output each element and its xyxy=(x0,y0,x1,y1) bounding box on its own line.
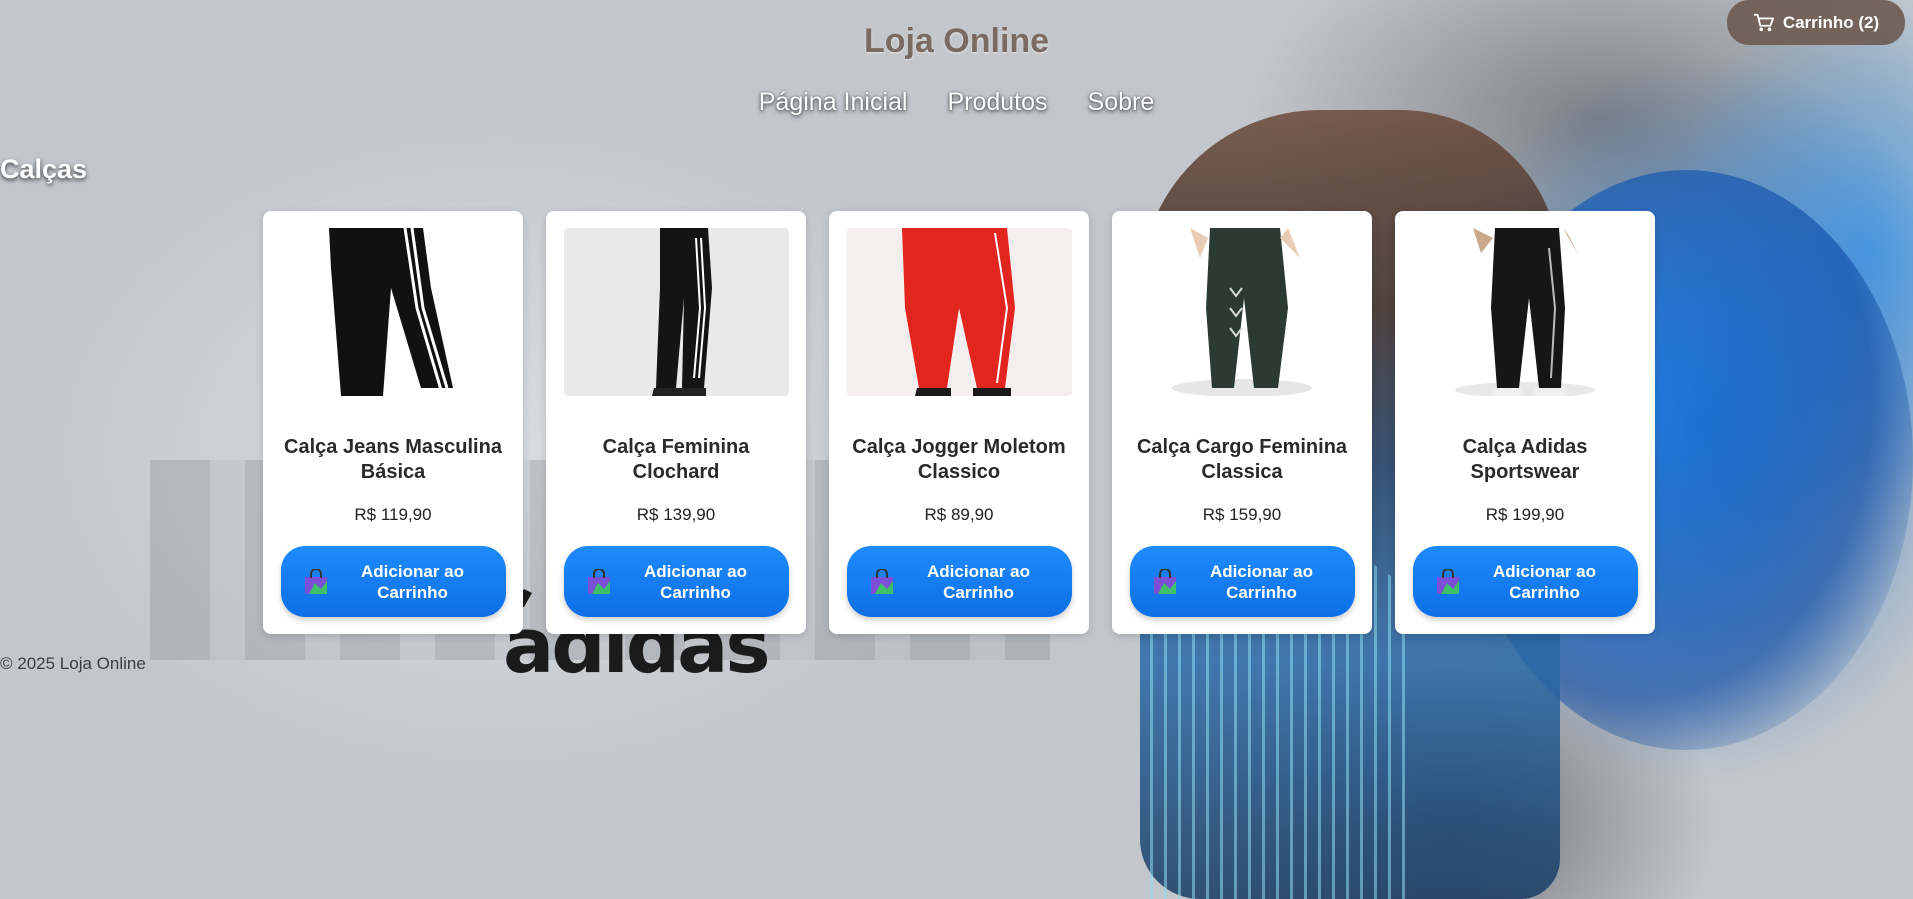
shopping-bag-icon xyxy=(871,568,893,594)
product-card: Calça Adidas Sportswear R$ 199,90 Adicio… xyxy=(1395,211,1655,634)
product-price: R$ 199,90 xyxy=(1485,505,1565,524)
shopping-bag-icon xyxy=(1437,568,1459,594)
product-card: Calça Jeans Masculina Básica R$ 119,90 A… xyxy=(263,211,523,634)
product-name: Calça Jogger Moletom Classico xyxy=(852,436,1066,483)
cart-button[interactable]: Carrinho (2) xyxy=(1727,0,1905,45)
add-to-cart-button[interactable]: Adicionar ao Carrinho xyxy=(564,546,789,617)
add-to-cart-label: Adicionar ao Carrinho xyxy=(361,561,464,602)
shopping-bag-icon xyxy=(588,568,610,594)
site-title: Loja Online xyxy=(863,22,1050,60)
product-price: R$ 139,90 xyxy=(636,505,716,524)
section-title: Calças xyxy=(0,154,88,184)
cart-label: Carrinho (2) xyxy=(1782,12,1880,32)
product-name: Calça Feminina Clochard xyxy=(602,436,750,483)
shopping-bag-icon xyxy=(305,568,327,594)
product-image xyxy=(847,228,1072,396)
add-to-cart-button[interactable]: Adicionar ao Carrinho xyxy=(281,546,506,617)
product-price: R$ 119,90 xyxy=(354,505,432,524)
product-image xyxy=(281,228,506,396)
site-header: Loja Online Página Inicial Produtos Sobr… xyxy=(0,0,1913,130)
nav-about[interactable]: Sobre xyxy=(1088,88,1155,117)
product-image xyxy=(564,228,789,396)
add-to-cart-button[interactable]: Adicionar ao Carrinho xyxy=(847,546,1072,617)
product-price: R$ 89,90 xyxy=(924,505,994,524)
cart-icon xyxy=(1753,13,1774,31)
nav-home[interactable]: Página Inicial xyxy=(759,88,908,117)
add-to-cart-button[interactable]: Adicionar ao Carrinho xyxy=(1413,546,1638,617)
add-to-cart-label: Adicionar ao Carrinho xyxy=(1493,561,1596,602)
product-name: Calça Adidas Sportswear xyxy=(1462,436,1588,483)
add-to-cart-label: Adicionar ao Carrinho xyxy=(1210,561,1313,602)
product-card: Calça Cargo Feminina Classica R$ 159,90 … xyxy=(1112,211,1372,634)
nav-products[interactable]: Produtos xyxy=(947,88,1047,117)
add-to-cart-button[interactable]: Adicionar ao Carrinho xyxy=(1130,546,1355,617)
copyright-text: © 2025 Loja Online xyxy=(0,654,146,673)
add-to-cart-label: Adicionar ao Carrinho xyxy=(644,561,747,602)
product-name: Calça Cargo Feminina Classica xyxy=(1136,436,1348,483)
shopping-bag-icon xyxy=(1154,568,1176,594)
product-list: Calça Jeans Masculina Básica R$ 119,90 A… xyxy=(263,211,1655,634)
product-card: Calça Jogger Moletom Classico R$ 89,90 A… xyxy=(829,211,1089,634)
main-nav: Página Inicial Produtos Sobre xyxy=(0,88,1913,117)
product-price: R$ 159,90 xyxy=(1202,505,1282,524)
product-image xyxy=(1413,228,1638,396)
add-to-cart-label: Adicionar ao Carrinho xyxy=(927,561,1030,602)
product-image xyxy=(1130,228,1355,396)
product-name: Calça Jeans Masculina Básica xyxy=(284,436,502,483)
product-card: Calça Feminina Clochard R$ 139,90 Adicio… xyxy=(546,211,806,634)
